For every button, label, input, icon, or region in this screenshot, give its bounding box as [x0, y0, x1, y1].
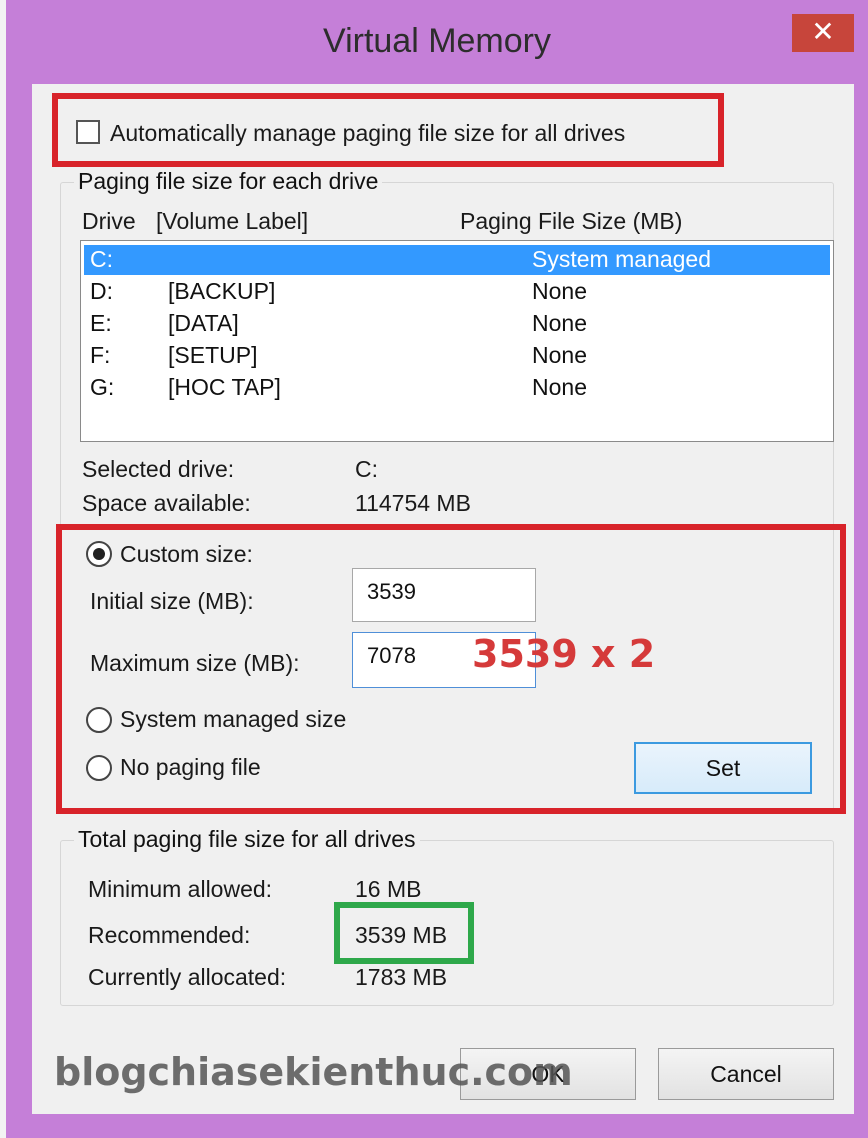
close-icon: ✕ — [811, 16, 835, 47]
selected-drive-label: Selected drive: — [82, 456, 235, 482]
watermark-text: blogchiasekienthuc.com — [54, 1050, 573, 1094]
calculation-annotation: 3539 x 2 — [472, 632, 656, 676]
auto-manage-checkbox[interactable] — [76, 120, 100, 144]
drive-letter: D: — [90, 278, 113, 304]
maximum-size-label: Maximum size (MB): — [90, 650, 300, 676]
drive-volume-label: [BACKUP] — [168, 278, 276, 304]
no-paging-file-label[interactable]: No paging file — [120, 754, 261, 781]
drive-paging-size: None — [532, 278, 587, 304]
drive-letter: F: — [90, 342, 111, 368]
set-button[interactable]: Set — [634, 742, 812, 794]
drive-row[interactable]: F: [SETUP] None — [84, 341, 830, 371]
drive-paging-size: None — [532, 310, 587, 336]
initial-size-label: Initial size (MB): — [90, 588, 254, 614]
column-header-volume-label: [Volume Label] — [156, 208, 309, 234]
recommended-value: 3539 MB — [355, 922, 448, 948]
background-strip — [0, 0, 6, 1138]
drive-paging-size: System managed — [532, 246, 711, 272]
drive-row[interactable]: C: System managed — [84, 245, 830, 275]
no-paging-file-radio[interactable] — [86, 755, 112, 781]
drive-letter: G: — [90, 374, 115, 400]
initial-size-field[interactable]: 3539 — [352, 568, 536, 622]
space-available-value: 114754 MB — [355, 490, 471, 516]
minimum-allowed-label: Minimum allowed: — [88, 876, 273, 902]
recommended-label: Recommended: — [88, 922, 251, 948]
drive-row[interactable]: G: [HOC TAP] None — [84, 373, 830, 403]
selected-drive-value: C: — [355, 456, 378, 482]
drive-volume-label: [SETUP] — [168, 342, 258, 368]
auto-manage-label[interactable]: Automatically manage paging file size fo… — [110, 120, 625, 147]
drive-list[interactable]: C: System managed D: [BACKUP] None E: [DATA] No… — [80, 240, 834, 442]
system-managed-radio[interactable] — [86, 707, 112, 733]
minimum-allowed-value: 16 MB — [355, 876, 422, 902]
currently-allocated-value: 1783 MB — [355, 964, 448, 990]
drive-volume-label: [DATA] — [168, 310, 239, 336]
custom-size-radio[interactable] — [86, 541, 112, 567]
title-bar: Virtual Memory ✕ — [6, 0, 868, 84]
column-header-paging-size: Paging File Size (MB) — [460, 208, 683, 234]
dialog-body: Automatically manage paging file size fo… — [32, 84, 854, 1114]
drive-letter: E: — [90, 310, 112, 336]
custom-size-label[interactable]: Custom size: — [120, 541, 253, 568]
cancel-button[interactable]: Cancel — [658, 1048, 834, 1100]
column-header-drive: Drive — [82, 208, 136, 234]
currently-allocated-label: Currently allocated: — [88, 964, 287, 990]
close-button[interactable]: ✕ — [792, 14, 854, 52]
drive-volume-label: [HOC TAP] — [168, 374, 281, 400]
paging-group-legend: Paging file size for each drive — [74, 168, 383, 195]
drive-letter: C: — [90, 246, 113, 272]
drive-row[interactable]: E: [DATA] None — [84, 309, 830, 339]
total-group-legend: Total paging file size for all drives — [74, 826, 420, 853]
space-available-label: Space available: — [82, 490, 251, 516]
drive-row[interactable]: D: [BACKUP] None — [84, 277, 830, 307]
drive-paging-size: None — [532, 342, 587, 368]
system-managed-label[interactable]: System managed size — [120, 706, 346, 733]
drive-paging-size: None — [532, 374, 587, 400]
window-title: Virtual Memory — [323, 22, 551, 60]
